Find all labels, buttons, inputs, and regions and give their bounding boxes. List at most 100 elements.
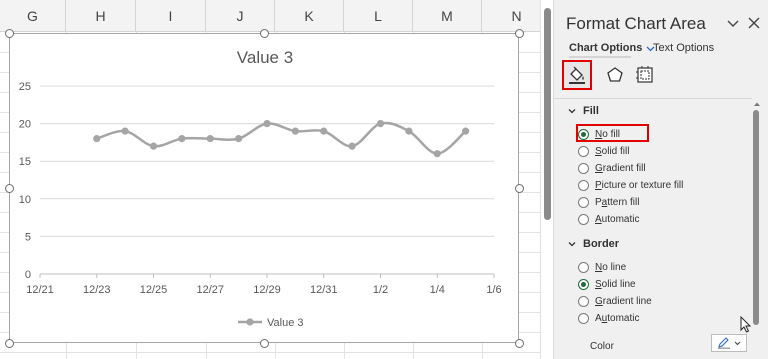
resize-handle[interactable]	[5, 184, 14, 193]
resize-handle[interactable]	[260, 339, 269, 348]
radio-unselected[interactable]	[578, 295, 589, 307]
x-tick-label: 12/23	[83, 284, 111, 296]
border-option[interactable]: No line	[578, 260, 626, 274]
radio-unselected[interactable]	[578, 312, 589, 324]
fill-option[interactable]: Solid fill	[578, 144, 629, 158]
tab-text-options[interactable]: Text Options	[653, 42, 714, 54]
border-option[interactable]: Automatic	[578, 311, 639, 325]
resize-handle[interactable]	[260, 29, 269, 38]
color-picker-button[interactable]	[711, 334, 747, 352]
fill-option-label: Picture or texture fill	[595, 180, 683, 191]
label-text: icture or texture fill	[601, 179, 684, 191]
size-and-properties-button[interactable]	[630, 60, 660, 90]
color-label: Color	[590, 341, 614, 352]
x-tick-label: 12/29	[253, 284, 281, 296]
data-point	[376, 120, 385, 128]
label-accelerator: S	[595, 278, 602, 290]
y-tick-label: 10	[19, 194, 31, 206]
data-point	[206, 135, 214, 143]
fill-option[interactable]: Automatic	[578, 212, 639, 226]
data-point	[178, 135, 186, 143]
pane-scrollbar-thumb[interactable]	[753, 110, 759, 325]
border-option[interactable]: Solid line	[578, 277, 636, 291]
column-header-i[interactable]: I	[136, 0, 206, 32]
chart-area[interactable]: Value 3 0 5 10 15 20 25 12/21 12/23 12/25 12/27 12/…	[9, 33, 519, 343]
radio-selected[interactable]	[578, 278, 589, 290]
radio-unselected[interactable]	[578, 196, 589, 208]
column-header-m[interactable]: M	[413, 0, 482, 32]
x-tick-label: 12/31	[310, 284, 338, 296]
paint-bucket-icon	[569, 66, 585, 84]
sheet-vertical-scrollbar[interactable]	[540, 0, 552, 359]
chevron-down-icon	[734, 341, 741, 345]
label-text: A	[595, 312, 602, 324]
line-chart: Value 3 0 5 10 15 20 25 12/21 12/23 12/25 12/27 12/…	[19, 48, 502, 329]
data-point	[263, 120, 271, 128]
fill-option-label: Solid fill	[595, 146, 629, 157]
effects-button[interactable]	[600, 60, 630, 90]
label-accelerator: G	[595, 295, 603, 307]
column-header-h[interactable]: H	[66, 0, 136, 32]
close-icon[interactable]	[747, 16, 761, 30]
y-tick-label: 20	[19, 119, 31, 131]
size-properties-icon	[636, 66, 653, 83]
label-accelerator: G	[595, 162, 603, 174]
x-tick-label: 12/25	[140, 284, 168, 296]
pane-title: Format Chart Area	[566, 14, 706, 33]
pen-color-icon	[718, 337, 730, 349]
radio-unselected[interactable]	[578, 162, 589, 174]
radio-unselected[interactable]	[578, 145, 589, 157]
tab-chart-options[interactable]: Chart Options	[569, 42, 655, 54]
resize-handle[interactable]	[515, 29, 524, 38]
column-header-l[interactable]: L	[344, 0, 413, 32]
fill-option[interactable]: Picture or texture fill	[578, 178, 683, 192]
data-point	[149, 142, 158, 150]
resize-handle[interactable]	[515, 339, 524, 348]
label-accelerator: P	[595, 179, 602, 191]
resize-handle[interactable]	[5, 29, 14, 38]
chevron-down-icon[interactable]	[726, 16, 740, 30]
data-point	[405, 127, 413, 135]
active-tab-underline	[569, 56, 631, 58]
border-option-label: Gradient line	[595, 296, 652, 307]
data-point	[320, 127, 328, 135]
data-point	[348, 142, 356, 150]
border-option[interactable]: Gradient line	[578, 294, 652, 308]
radio-unselected[interactable]	[578, 179, 589, 191]
y-tick-label: 25	[19, 81, 31, 93]
fill-option-label: Gradient fill	[595, 163, 646, 174]
column-header-k[interactable]: K	[275, 0, 344, 32]
column-header-n[interactable]: N	[482, 0, 540, 32]
x-tick-label: 1/4	[430, 284, 445, 296]
label-text: utomatic	[601, 213, 640, 225]
resize-handle[interactable]	[5, 339, 14, 348]
spreadsheet-grid[interactable]: GHIJKLMN Value 3 0 5 10 15 20 25 12/21 12/23 12/2…	[0, 0, 540, 359]
pane-vertical-scrollbar[interactable]	[752, 100, 762, 350]
label-text: tomatic	[607, 312, 640, 324]
x-tick-label: 1/6	[486, 284, 501, 296]
label-text: radient fill	[602, 162, 646, 174]
fill-option[interactable]: Pattern fill	[578, 195, 639, 209]
scroll-up-arrow-icon[interactable]	[752, 100, 762, 108]
fill-option[interactable]: Gradient fill	[578, 161, 646, 175]
sheet-scrollbar-thumb[interactable]	[544, 8, 551, 220]
border-section-label: Border	[583, 238, 620, 250]
fill-section-header[interactable]: Fill	[568, 105, 599, 117]
border-option-label: Automatic	[595, 313, 639, 324]
border-section-header[interactable]: Border	[568, 238, 619, 250]
x-tick-label: 12/21	[26, 284, 54, 296]
fill-option-label: Automatic	[595, 214, 639, 225]
data-point	[121, 127, 129, 135]
radio-unselected[interactable]	[578, 261, 589, 273]
fill-and-line-button[interactable]	[562, 60, 592, 90]
label-accelerator: S	[595, 145, 602, 157]
resize-handle[interactable]	[515, 184, 524, 193]
column-header-j[interactable]: J	[206, 0, 275, 32]
data-point	[235, 135, 243, 143]
border-option-label: Solid line	[595, 279, 636, 290]
divider	[554, 98, 752, 99]
column-header-g[interactable]: G	[0, 0, 66, 32]
x-tick-label: 12/27	[196, 284, 224, 296]
radio-unselected[interactable]	[578, 213, 589, 225]
chevron-down-icon	[568, 109, 576, 114]
